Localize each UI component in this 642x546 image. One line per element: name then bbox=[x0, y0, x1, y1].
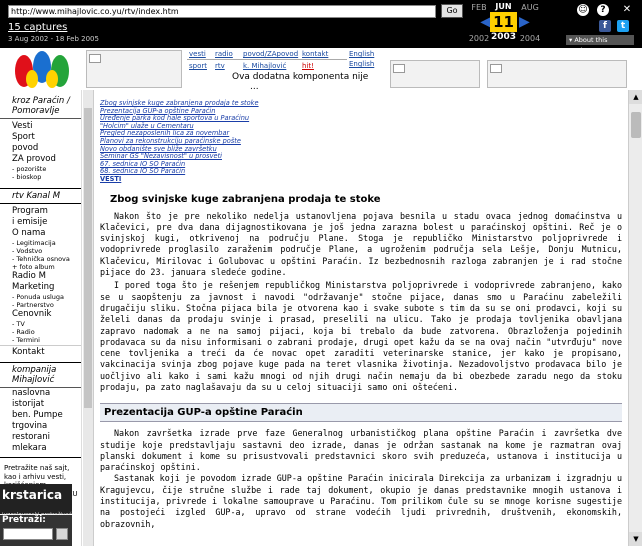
news-link[interactable]: 68. sednica IO SO Paraćin bbox=[100, 168, 622, 176]
sidebar-item-vesti[interactable]: Vesti bbox=[0, 121, 81, 132]
search-label: Pretraži: bbox=[2, 515, 46, 525]
captures-link[interactable]: 15 captures bbox=[8, 22, 67, 33]
about-capture-button[interactable]: ▾ About this capture bbox=[566, 35, 634, 54]
sidebar-subitem-bioskop[interactable]: - bioskop bbox=[0, 173, 81, 181]
header-banner-left bbox=[86, 50, 182, 88]
header-link[interactable]: English bbox=[349, 50, 374, 59]
header-link[interactable]: hit! bbox=[302, 62, 328, 71]
sidebar-subitem[interactable]: - Legitimacija bbox=[0, 239, 81, 247]
page-scrollbar[interactable]: ▲ ▼ bbox=[628, 90, 642, 546]
current-capture: JUN 11 2003 bbox=[490, 0, 517, 44]
prev-capture[interactable]: FEB ◀ 2002 bbox=[466, 0, 492, 48]
sidebar-subitem[interactable]: - Termini bbox=[0, 336, 81, 344]
sidebar-subitem[interactable]: - Vodstvo bbox=[0, 247, 81, 255]
scroll-down-icon[interactable]: ▼ bbox=[629, 532, 642, 546]
wayback-toolbar: http://www.mihajlovic.co.yu/rtv/index.ht… bbox=[0, 0, 642, 54]
sidebar-subitem[interactable]: - Ponuda usluga bbox=[0, 293, 81, 301]
capture-range: 3 Aug 2002 - 18 Feb 2005 bbox=[8, 35, 99, 43]
krstarica-logo[interactable]: krstaricajugoslovenski pretraživač bbox=[0, 484, 72, 518]
sidebar-item-o-nama[interactable]: O nama bbox=[0, 228, 81, 239]
facebook-icon[interactable]: f bbox=[599, 20, 611, 32]
sidebar-item-mlekara[interactable]: mlekara bbox=[0, 443, 81, 454]
sidebar-section-title: rtv Kanal M bbox=[12, 191, 61, 201]
article-paragraph: Nakon završetka izrade prve faze General… bbox=[100, 428, 622, 473]
header-banner-mid bbox=[390, 60, 480, 88]
wayback-tools: ☺ ? ✕ f t bbox=[577, 4, 637, 34]
krstarica-logo-text: krstarica bbox=[2, 488, 63, 502]
prev-month: FEB bbox=[471, 3, 487, 12]
header-link[interactable]: vesti bbox=[189, 50, 207, 59]
header-link[interactable]: radio bbox=[215, 50, 233, 59]
article-title: Zbog svinjske kuge zabranjena prodaja te… bbox=[110, 193, 381, 205]
next-month: AUG bbox=[521, 3, 539, 12]
header-divider bbox=[187, 59, 347, 60]
header-links-4: kontakt hit! bbox=[302, 50, 328, 71]
header-links-5: English English bbox=[349, 50, 374, 69]
scroll-thumb[interactable] bbox=[631, 112, 641, 138]
search-input[interactable] bbox=[3, 528, 53, 540]
sidebar-item-istorijat[interactable]: istorijat bbox=[0, 399, 81, 410]
article-paragraph: Nakon što je pre nekoliko nedelja ustano… bbox=[100, 210, 622, 278]
sidebar-scroll-thumb[interactable] bbox=[84, 108, 92, 408]
sidebar-item-emisije[interactable]: i emisije bbox=[0, 217, 81, 228]
main-content: Zbog svinjske kuge zabranjena prodaja te… bbox=[93, 90, 628, 546]
go-button[interactable]: Go bbox=[441, 4, 463, 18]
header-link[interactable]: k. Mihajlović bbox=[243, 62, 298, 71]
sidebar-item-sport[interactable]: Sport bbox=[0, 132, 81, 143]
sidebar-scrollbar[interactable] bbox=[83, 90, 93, 546]
sidebar-item-zaprovod[interactable]: ZA provod bbox=[0, 154, 81, 165]
search-button[interactable] bbox=[56, 528, 68, 540]
twitter-icon[interactable]: t bbox=[617, 20, 629, 32]
prev-year: 2002 bbox=[468, 34, 490, 43]
sidebar-item-marketing[interactable]: Marketing bbox=[0, 282, 81, 293]
sidebar: kroz Paraćin / Pomoravlje Vesti Sport po… bbox=[0, 90, 82, 546]
current-year: 2003 bbox=[490, 32, 517, 42]
sidebar-item-cenovnik[interactable]: Cenovnik bbox=[0, 309, 81, 320]
sidebar-item-naslovna[interactable]: naslovna bbox=[0, 388, 81, 399]
header-link[interactable]: povod/ZApovod bbox=[243, 50, 298, 59]
sidebar-section-title: kroz Paraćin / Pomoravlje bbox=[0, 96, 81, 119]
header-links-1: vesti sport bbox=[189, 50, 207, 71]
header-link[interactable]: sport bbox=[189, 62, 207, 71]
next-arrow-icon[interactable]: ▶ bbox=[519, 14, 530, 30]
site-logo[interactable] bbox=[2, 49, 82, 89]
header-links-2: radio rtv bbox=[215, 50, 233, 71]
header-link[interactable]: kontakt bbox=[302, 50, 328, 59]
sidebar-item-kontakt[interactable]: Kontakt bbox=[0, 347, 81, 358]
sidebar-item-trgovina[interactable]: trgovina bbox=[0, 421, 81, 432]
sidebar-section-title: kompanija Mihajlović bbox=[0, 365, 81, 388]
header-links-3: povod/ZApovod k. Mihajlović bbox=[243, 50, 298, 71]
sidebar-item-radio-m[interactable]: Radio M bbox=[0, 271, 81, 282]
user-icon[interactable]: ☺ bbox=[577, 4, 589, 16]
close-icon[interactable]: ✕ bbox=[621, 4, 633, 16]
header-link[interactable]: English bbox=[349, 60, 374, 69]
sidebar-subitem[interactable]: - Tehnička osnova bbox=[0, 255, 81, 263]
header-link[interactable]: rtv bbox=[215, 62, 233, 71]
sidebar-item-povod[interactable]: povod bbox=[0, 143, 81, 154]
plugin-notice: Ova dodatna komponenta nije bbox=[232, 72, 369, 82]
sidebar-subitem[interactable]: - Partnerstvo bbox=[0, 301, 81, 309]
article-paragraph: Sastanak koji je povodom izrade GUP-a op… bbox=[100, 473, 622, 529]
article-paragraph: I pored toga što je rešenjem republičkog… bbox=[100, 280, 622, 392]
news-index: Zbog svinjske kuge zabranjena prodaja te… bbox=[100, 99, 622, 184]
sidebar-subitem[interactable]: + foto album bbox=[0, 263, 81, 271]
sidebar-subitem-pozoriste[interactable]: - pozorište bbox=[0, 165, 81, 173]
current-day: 11 bbox=[490, 12, 517, 32]
url-input[interactable]: http://www.mihajlovic.co.yu/rtv/index.ht… bbox=[8, 5, 436, 18]
next-capture[interactable]: AUG ▶ 2004 bbox=[517, 0, 543, 48]
sidebar-subitem[interactable]: - Radio bbox=[0, 328, 81, 336]
article-title: Prezentacija GUP-a opštine Paraćin bbox=[100, 403, 622, 423]
help-icon[interactable]: ? bbox=[597, 4, 609, 16]
sidebar-item-program[interactable]: Program bbox=[0, 206, 81, 217]
scroll-up-icon[interactable]: ▲ bbox=[629, 90, 642, 104]
current-month: JUN bbox=[495, 2, 512, 11]
sidebar-subitem[interactable]: - TV bbox=[0, 320, 81, 328]
vesti-link[interactable]: VESTI bbox=[100, 175, 622, 184]
sidebar-item-restorani[interactable]: restorani bbox=[0, 432, 81, 443]
header-banner-right bbox=[487, 60, 627, 88]
next-year: 2004 bbox=[519, 34, 541, 43]
sidebar-item-pumpe[interactable]: ben. Pumpe bbox=[0, 410, 81, 421]
